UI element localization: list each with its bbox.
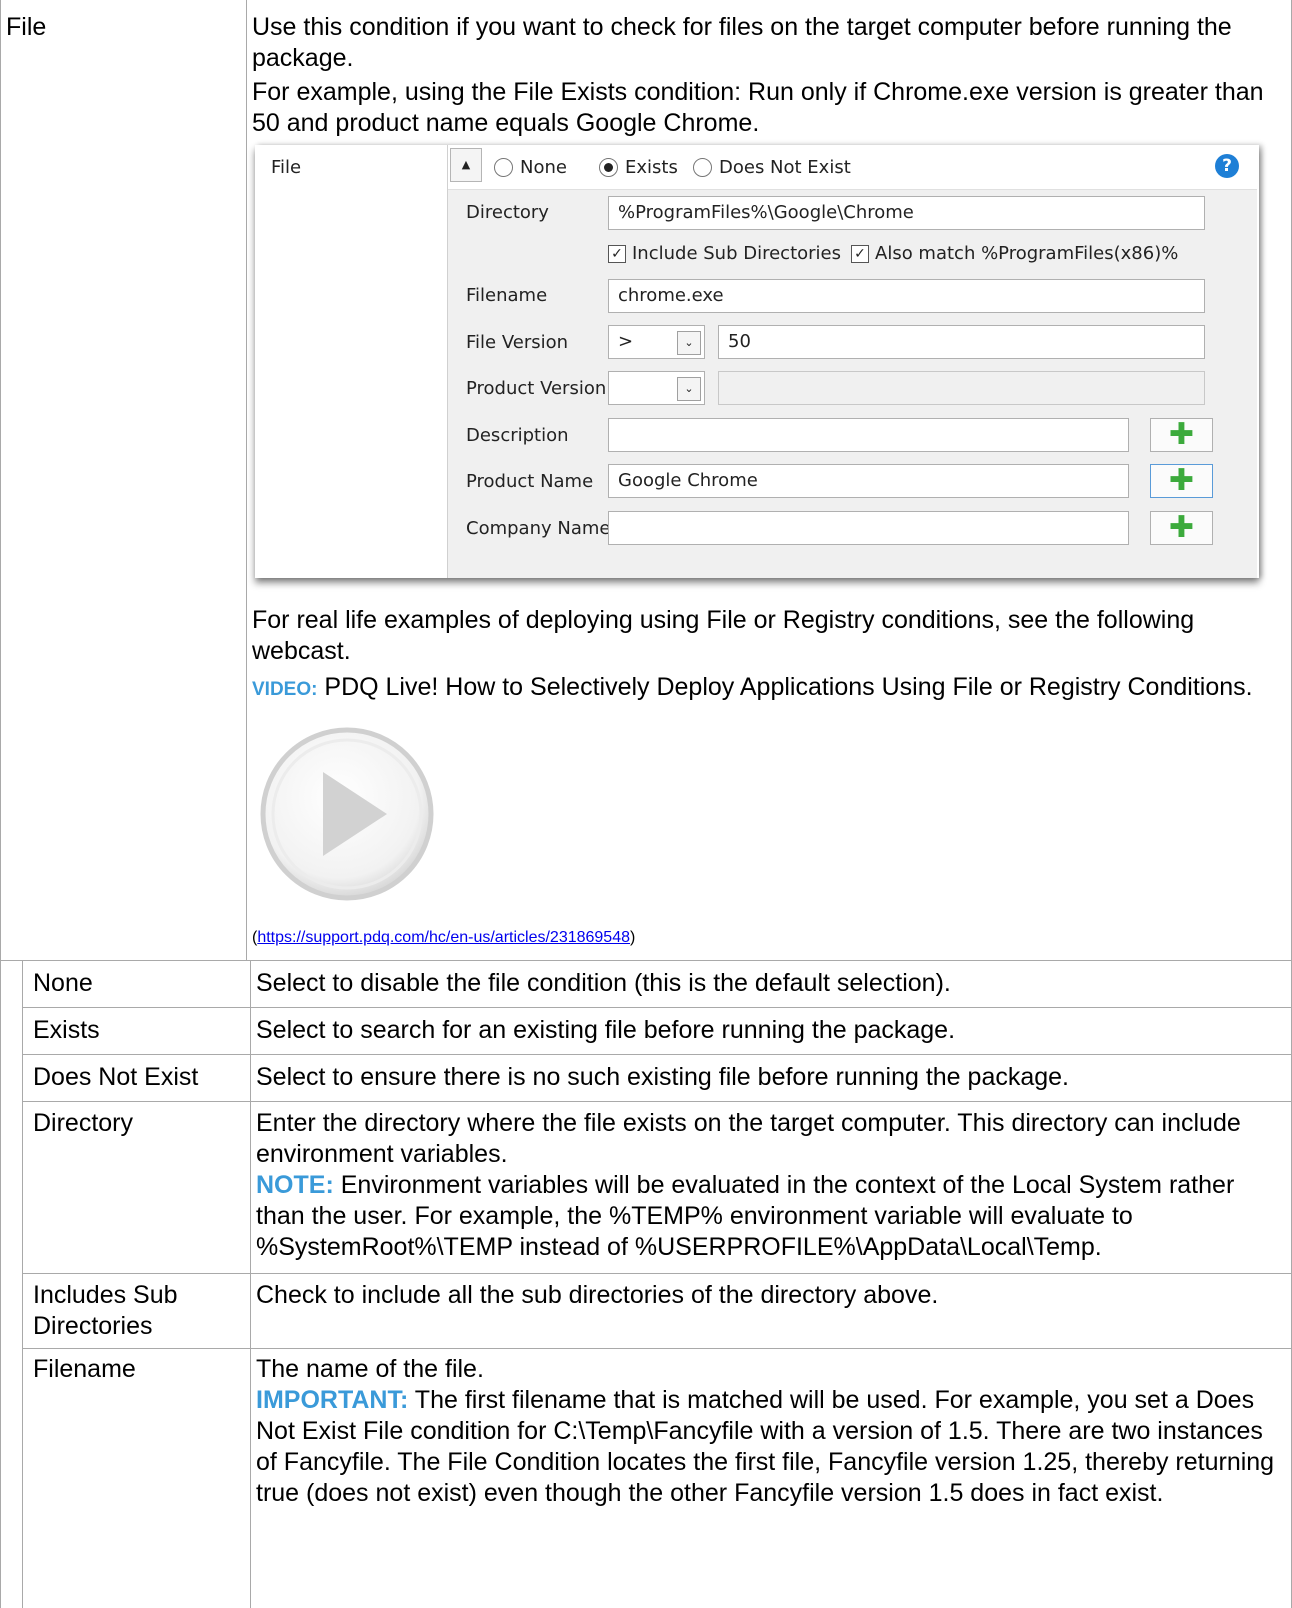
term-exists: Exists	[33, 1016, 100, 1044]
product-name-label: Product Name	[466, 471, 594, 492]
note-directory: NOTE: Environment variables will be eval…	[256, 1170, 1276, 1263]
file-condition-panel: ▲ None Exists Does Not Exist ? Directory…	[447, 145, 1257, 578]
radio-none[interactable]: None	[494, 155, 567, 179]
row-divider-file	[0, 960, 1292, 961]
radio-selected-icon	[599, 157, 618, 177]
company-name-label: Company Name	[466, 518, 611, 539]
desc-filename: The name of the file.	[256, 1355, 484, 1383]
sub-indent-divider	[22, 960, 23, 1608]
help-icon[interactable]: ?	[1215, 154, 1239, 178]
product-name-input[interactable]: Google Chrome	[608, 464, 1129, 498]
filename-input[interactable]: chrome.exe	[608, 279, 1205, 313]
play-button-icon[interactable]	[255, 722, 440, 907]
filename-label: Filename	[466, 285, 548, 306]
desc-none: Select to disable the file condition (th…	[256, 969, 951, 997]
row-divider	[22, 1054, 1292, 1055]
column-divider-sub	[250, 960, 251, 1608]
file-intro-text: Use this condition if you want to check …	[252, 13, 1232, 72]
file-row-title: File	[6, 13, 47, 41]
description-label: Description	[466, 425, 569, 446]
important-filename: IMPORTANT: The first filename that is ma…	[256, 1385, 1281, 1509]
term-does-not-exist: Does Not Exist	[33, 1063, 199, 1091]
webcast-link[interactable]: https://support.pdq.com/hc/en-us/article…	[257, 929, 630, 946]
real-life-text: For real life examples of deploying usin…	[252, 606, 1195, 665]
term-directory: Directory	[33, 1109, 134, 1137]
file-version-operator-select[interactable]: > ⌄	[608, 325, 705, 359]
file-version-input[interactable]: 50	[718, 325, 1205, 359]
condition-header: ▲ None Exists Does Not Exist ?	[448, 145, 1257, 190]
row-divider	[22, 1273, 1292, 1274]
video-label: VIDEO:	[252, 679, 318, 700]
file-section-label: File	[271, 157, 302, 178]
row-divider	[22, 1007, 1292, 1008]
directory-label: Directory	[466, 202, 549, 223]
row-divider	[22, 1348, 1292, 1349]
radio-exists[interactable]: Exists	[599, 155, 678, 179]
desc-does-not-exist: Select to ensure there is no such existi…	[256, 1063, 1070, 1091]
desc-exists: Select to search for an existing file be…	[256, 1016, 956, 1044]
company-name-input[interactable]	[608, 511, 1129, 545]
file-condition-screenshot: File ▲ None Exists Does Not Exist ? Dire…	[255, 145, 1259, 578]
add-product-name-button[interactable]: ✚	[1150, 464, 1213, 498]
row-divider	[22, 1101, 1292, 1102]
checkbox-row: ✓ Include Sub Directories ✓ Also match %…	[608, 243, 1178, 264]
include-sub-directories-checkbox[interactable]: ✓ Include Sub Directories	[608, 243, 841, 264]
term-none: None	[33, 969, 93, 997]
note-text: Environment variables will be evaluated …	[256, 1171, 1235, 1261]
chevron-down-icon: ⌄	[677, 377, 701, 401]
description-input[interactable]	[608, 418, 1129, 452]
radio-exists-label: Exists	[625, 156, 678, 178]
important-text: The first filename that is matched will …	[256, 1386, 1275, 1507]
radio-none-label: None	[520, 156, 567, 178]
important-label: IMPORTANT:	[256, 1386, 409, 1414]
product-version-operator-select[interactable]: ⌄	[608, 371, 705, 405]
add-description-button[interactable]: ✚	[1150, 418, 1213, 452]
column-divider-main	[246, 0, 247, 960]
radio-circle-icon	[693, 157, 712, 177]
radio-does-not-exist-label: Does Not Exist	[719, 156, 851, 178]
chevron-down-icon: ⌄	[677, 331, 701, 355]
radio-does-not-exist[interactable]: Does Not Exist	[693, 155, 851, 179]
collapse-up-icon[interactable]: ▲	[450, 148, 482, 182]
directory-input[interactable]: %ProgramFiles%\Google\Chrome	[608, 196, 1205, 230]
add-company-name-button[interactable]: ✚	[1150, 511, 1213, 545]
radio-circle-icon	[494, 157, 513, 177]
product-version-label: Product Version	[466, 378, 607, 399]
table-border-left	[0, 0, 1, 1608]
product-version-input[interactable]	[718, 371, 1205, 405]
checkbox-checked-icon: ✓	[608, 244, 626, 263]
video-text: VIDEO: PDQ Live! How to Selectively Depl…	[252, 672, 1272, 705]
desc-includes-sub-directories: Check to include all the sub directories…	[256, 1281, 939, 1309]
also-match-x86-label: Also match %ProgramFiles(x86)%	[875, 243, 1179, 264]
term-includes-sub-directories: Includes Sub Directories	[33, 1281, 178, 1340]
checkbox-checked-icon: ✓	[851, 244, 869, 263]
file-example-text: For example, using the File Exists condi…	[252, 78, 1264, 137]
file-version-label: File Version	[466, 332, 569, 353]
include-sub-directories-label: Include Sub Directories	[632, 243, 841, 264]
also-match-x86-checkbox[interactable]: ✓ Also match %ProgramFiles(x86)%	[851, 243, 1178, 264]
note-label: NOTE:	[256, 1171, 334, 1199]
file-version-operator-value: >	[618, 331, 634, 352]
webcast-link-line: (https://support.pdq.com/hc/en-us/articl…	[252, 929, 636, 946]
video-title: PDQ Live! How to Selectively Deploy Appl…	[324, 673, 1253, 701]
term-filename: Filename	[33, 1355, 136, 1383]
desc-directory: Enter the directory where the file exist…	[256, 1109, 1241, 1168]
